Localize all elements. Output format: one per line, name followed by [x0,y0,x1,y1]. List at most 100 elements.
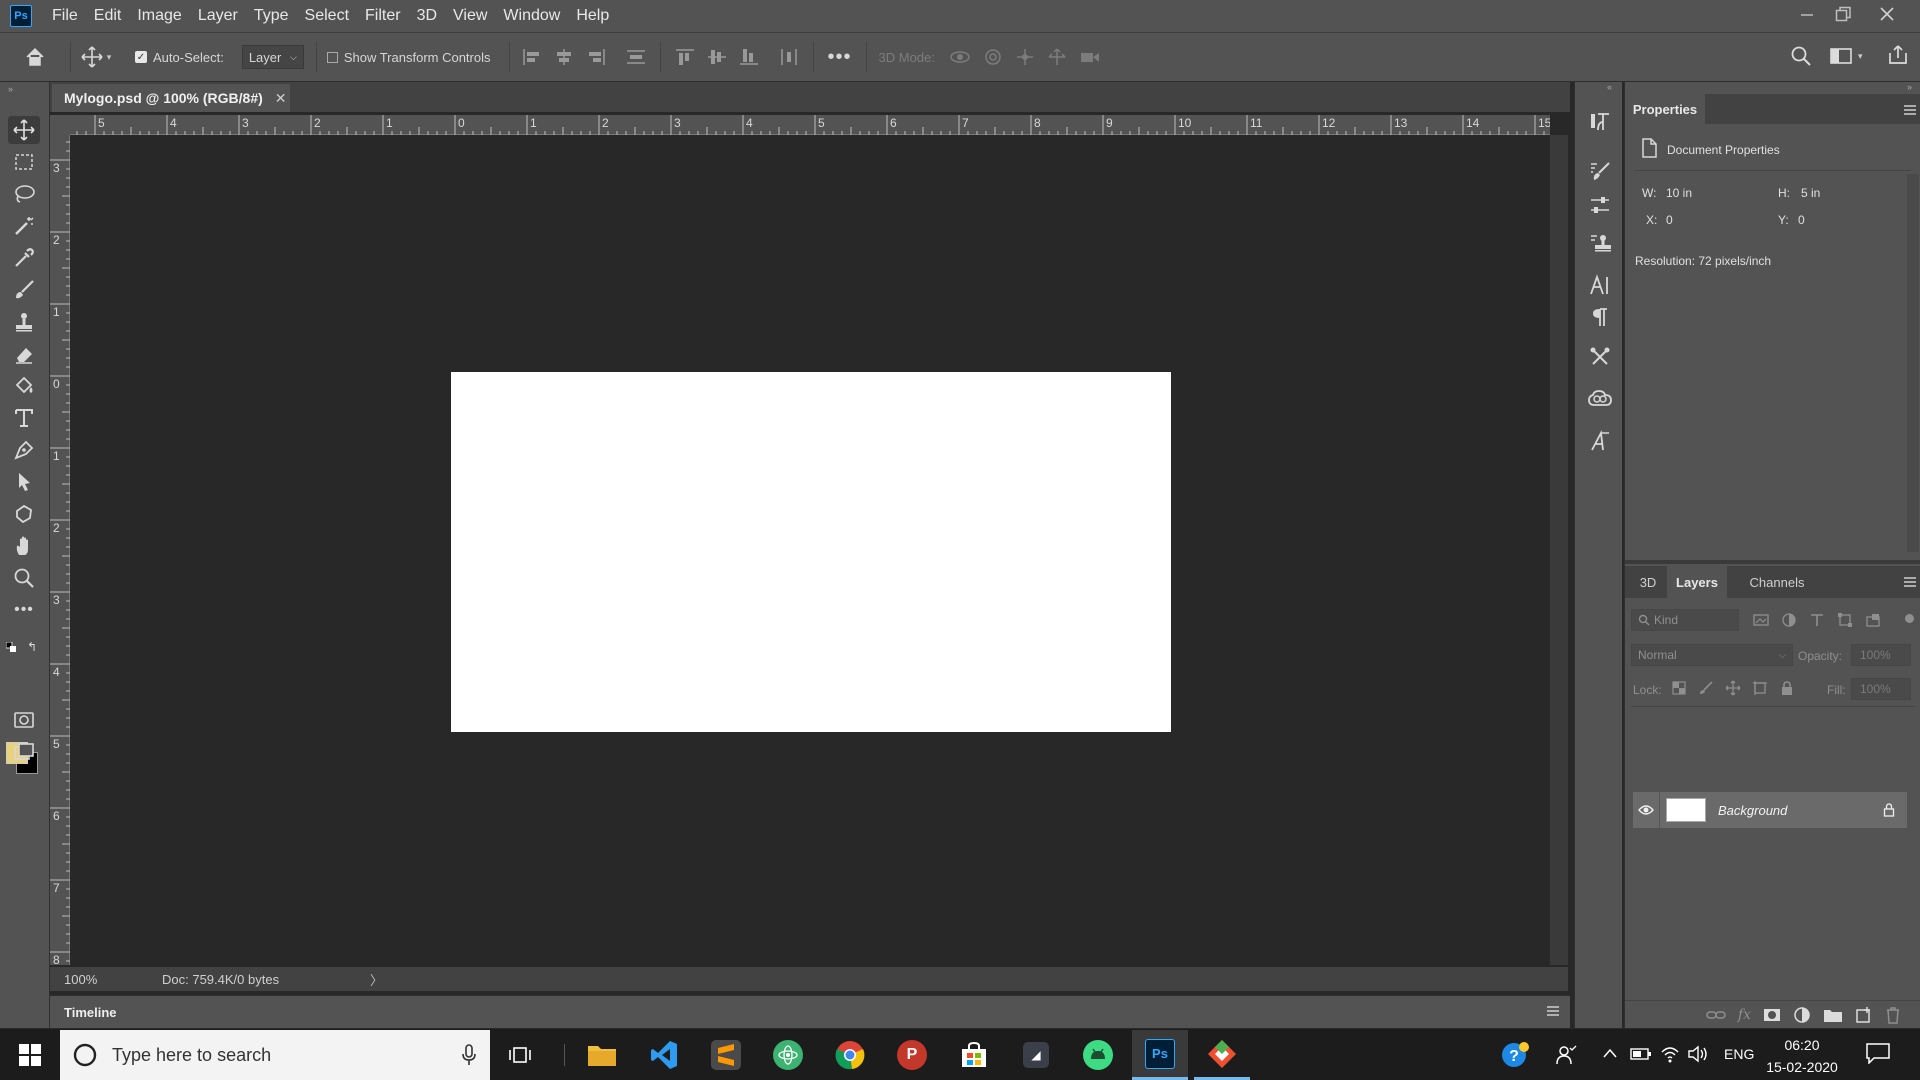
swap-colors-icon[interactable]: ↰ [27,640,37,654]
lock-all-icon[interactable] [1779,680,1795,696]
filter-shape-icon[interactable] [1837,612,1853,628]
new-adjustment-layer-icon[interactable] [1793,1006,1811,1024]
horizontal-ruler[interactable]: 5 4 3 2 1 0 1 2 3 4 5 6 7 8 9 10 11 12 13 14 15 [70,115,1550,135]
home-icon[interactable] [0,46,70,68]
magic-wand-tool-icon[interactable] [8,212,40,240]
default-colors-icon[interactable] [6,642,16,652]
menu-select[interactable]: Select [297,0,357,32]
tab-channels[interactable]: Channels [1737,566,1817,598]
wifi-icon[interactable] [1660,1044,1680,1064]
visual-studio-code-icon[interactable] [636,1030,692,1080]
roll-3d-icon[interactable] [983,48,1003,66]
zoom-tool-icon[interactable] [8,564,40,592]
microphone-icon[interactable] [462,1044,476,1066]
opacity-input[interactable]: 100% [1851,644,1911,666]
workspace-icon[interactable]: ▾ [1830,47,1863,65]
document-tab[interactable]: Mylogo.psd @ 100% (RGB/8#) ✕ [52,84,290,112]
vertical-scrollbar[interactable] [1550,135,1568,965]
filter-pixel-icon[interactable] [1753,612,1769,628]
volume-icon[interactable] [1687,1045,1709,1063]
align-right-edges-icon[interactable] [586,48,606,66]
path-selection-tool-icon[interactable] [8,468,40,496]
align-left-edges-icon[interactable] [522,48,542,66]
adjustments-icon[interactable] [1587,192,1613,218]
timeline-tab[interactable]: Timeline [64,1005,117,1020]
close-tab-icon[interactable]: ✕ [275,90,287,107]
status-menu-arrow-icon[interactable]: 〉 [370,970,383,989]
visibility-eye-icon[interactable] [1633,804,1659,816]
custom-shape-tool-icon[interactable] [8,500,40,528]
glyphs-icon[interactable] [1587,428,1613,454]
show-transform-controls-checkbox[interactable]: Show Transform Controls [326,50,491,65]
orbit-3d-icon[interactable] [949,48,971,66]
menu-view[interactable]: View [445,0,495,32]
restore-button[interactable] [1826,0,1860,28]
notifications-icon[interactable] [1866,1042,1890,1064]
align-horizontal-centers-icon[interactable] [554,48,574,66]
git-app-icon[interactable] [1194,1030,1250,1080]
auto-select-target-dropdown[interactable]: Layer ⌵ [241,45,304,69]
layer-row[interactable]: Background [1633,792,1907,828]
filter-type-icon[interactable] [1809,612,1825,628]
share-icon[interactable] [1887,44,1909,66]
screen-mode-icon[interactable] [8,738,40,766]
align-top-edges-icon[interactable] [675,48,695,66]
rectangular-marquee-tool-icon[interactable] [8,148,40,176]
layer-style-fx-icon[interactable]: fx [1738,1007,1751,1023]
align-vertical-centers-icon[interactable] [707,48,727,66]
vertical-ruler[interactable]: 3 2 1 0 1 2 3 4 5 6 7 8 [50,135,70,965]
taskbar-search-box[interactable]: Type here to search [60,1030,490,1080]
help-icon[interactable]: ? [1500,1040,1530,1070]
media-app-icon[interactable]: ◢ [1008,1030,1064,1080]
photoshop-taskbar-icon[interactable]: Ps [1132,1030,1188,1080]
collapse-arrows-icon[interactable]: » [8,84,13,94]
width-value[interactable]: 10 in [1666,186,1692,200]
brush-tool-icon[interactable] [8,276,40,304]
new-group-folder-icon[interactable] [1823,1007,1843,1023]
people-icon[interactable] [1555,1044,1577,1066]
paint-bucket-tool-icon[interactable] [8,372,40,400]
lasso-tool-icon[interactable] [8,180,40,208]
eyedropper-tool-icon[interactable] [8,244,40,272]
search-icon[interactable] [1790,45,1812,67]
distribute-vertical-icon[interactable] [626,48,646,66]
slide-3d-icon[interactable] [1047,48,1067,66]
battery-icon[interactable] [1630,1047,1652,1061]
atom-app-icon[interactable] [760,1030,816,1080]
blend-mode-dropdown[interactable]: Normal ⌵ [1631,644,1793,666]
menu-layer[interactable]: Layer [190,0,246,32]
input-language[interactable]: ENG [1724,1046,1754,1062]
eraser-tool-icon[interactable] [8,340,40,368]
distribute-horizontal-icon[interactable] [779,48,799,66]
properties-scrollbar[interactable] [1907,174,1919,552]
align-bottom-edges-icon[interactable] [739,48,759,66]
move-tool-preset-icon[interactable]: ▾ [71,46,121,68]
postman-app-icon[interactable]: P [884,1030,940,1080]
tool-presets-icon[interactable] [1587,344,1613,370]
sublime-text-icon[interactable] [698,1030,754,1080]
character-icon[interactable] [1587,272,1613,298]
menu-3d[interactable]: 3D [409,0,445,32]
paragraph-icon[interactable] [1587,304,1613,330]
system-clock[interactable]: 06:20 15-02-2020 [1762,1034,1842,1078]
history-icon[interactable] [1587,108,1613,134]
y-value[interactable]: 0 [1798,213,1805,227]
add-mask-icon[interactable] [1763,1007,1781,1023]
panel-menu-icon[interactable] [1903,576,1917,588]
auto-select-checkbox[interactable]: ✓ Auto-Select: [135,50,224,65]
task-view-icon[interactable] [492,1030,548,1080]
menu-edit[interactable]: Edit [86,0,130,32]
menu-type[interactable]: Type [246,0,297,32]
layer-filter-dropdown[interactable]: Kind [1631,609,1739,631]
menu-help[interactable]: Help [568,0,617,32]
lock-position-icon[interactable] [1725,680,1741,696]
filter-adjustment-icon[interactable] [1781,612,1797,628]
close-window-button[interactable] [1870,0,1904,28]
panel-menu-icon[interactable] [1903,104,1917,116]
start-windows-icon[interactable] [0,1030,60,1080]
tab-properties[interactable]: Properties [1625,94,1705,124]
pen-tool-icon[interactable] [8,436,40,464]
ruler-origin[interactable] [50,115,70,135]
height-value[interactable]: 5 in [1801,186,1820,200]
show-hidden-icons-chevron-icon[interactable] [1602,1046,1618,1060]
